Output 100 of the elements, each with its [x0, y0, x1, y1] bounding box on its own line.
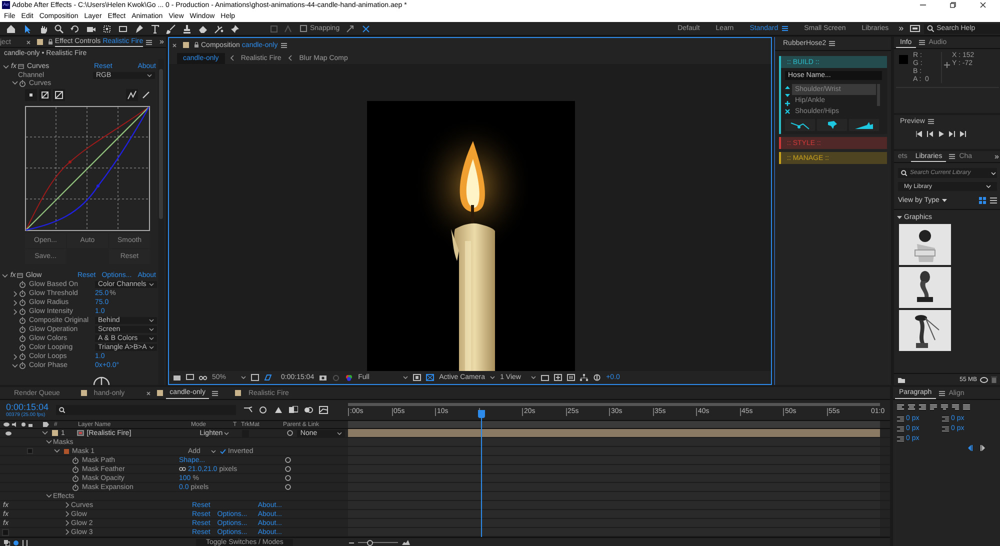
twisty-icon[interactable] — [3, 64, 9, 70]
hand-button[interactable] — [817, 119, 847, 131]
grid-view-icon[interactable] — [979, 196, 986, 204]
effect-icon[interactable] — [16, 273, 23, 278]
label-swatch[interactable] — [183, 42, 189, 48]
resolution-icon[interactable] — [251, 374, 259, 381]
twisty-icon[interactable] — [12, 362, 18, 368]
menu-icon[interactable] — [829, 41, 836, 46]
transfer-controls-icon[interactable] — [13, 540, 19, 546]
sync-icon[interactable] — [910, 25, 920, 32]
menu-icon[interactable] — [280, 42, 287, 48]
inverted-checkbox[interactable] — [220, 448, 228, 454]
curve-tool-button[interactable] — [25, 89, 37, 101]
twisty-icon[interactable] — [12, 80, 18, 86]
foot-button[interactable] — [849, 119, 879, 131]
last-frame-icon[interactable] — [960, 131, 966, 137]
timeline-icon[interactable] — [567, 374, 576, 381]
curves-graph[interactable] — [25, 106, 150, 231]
audio-icon[interactable] — [12, 422, 19, 427]
pan-behind-icon[interactable] — [102, 24, 112, 34]
first-frame-icon[interactable] — [916, 131, 922, 137]
align-icon[interactable] — [963, 404, 970, 410]
align-icon[interactable] — [897, 404, 904, 410]
stopwatch-icon[interactable] — [19, 335, 26, 342]
twisty-icon[interactable] — [12, 290, 18, 296]
pencil-tool-button[interactable] — [140, 89, 152, 101]
zoom-out-icon[interactable] — [349, 540, 354, 544]
folder-icon[interactable] — [898, 376, 905, 382]
list-view-icon[interactable] — [990, 196, 997, 204]
stopwatch-icon[interactable] — [19, 290, 26, 297]
twisty-icon[interactable] — [12, 300, 18, 306]
selection-arrow-icon[interactable] — [22, 24, 32, 34]
lock-icon[interactable] — [48, 39, 53, 45]
menu-icon[interactable] — [146, 40, 152, 44]
graph-editor-icon[interactable] — [319, 406, 328, 414]
curve-tool-button[interactable] — [53, 89, 65, 101]
overflow-button[interactable]: » — [160, 38, 164, 46]
stopwatch-icon[interactable] — [19, 362, 26, 369]
delete-icon[interactable] — [785, 109, 790, 114]
stopwatch-icon[interactable] — [19, 317, 26, 324]
snap-option-icon[interactable] — [346, 24, 354, 32]
label-swatch[interactable] — [52, 430, 58, 436]
monitor-icon[interactable] — [186, 374, 194, 381]
twisty-icon[interactable] — [12, 354, 18, 360]
stopwatch-icon[interactable] — [19, 308, 26, 315]
stopwatch-icon[interactable] — [19, 353, 26, 360]
region-icon[interactable] — [413, 374, 422, 381]
link-icon[interactable] — [179, 467, 186, 471]
exposure-icon[interactable] — [593, 374, 602, 381]
trash-icon[interactable] — [991, 376, 997, 383]
menu-icon[interactable] — [918, 40, 925, 45]
stopwatch-icon[interactable] — [19, 281, 26, 288]
motion-blur-icon[interactable] — [304, 406, 313, 414]
close-icon[interactable] — [146, 390, 151, 396]
workspace-menu-icon[interactable] — [782, 26, 788, 31]
overflow-button[interactable]: » — [994, 152, 999, 160]
close-icon[interactable] — [172, 42, 177, 48]
hand-icon[interactable] — [38, 24, 48, 34]
pin-icon[interactable] — [230, 24, 240, 34]
close-icon[interactable] — [26, 40, 31, 44]
menu-icon[interactable] — [212, 390, 218, 396]
solo-icon[interactable] — [21, 422, 26, 427]
stopwatch-icon[interactable] — [72, 456, 79, 464]
label-swatch[interactable] — [80, 390, 87, 396]
lock-icon[interactable] — [28, 422, 33, 427]
twisty-icon[interactable] — [46, 493, 52, 499]
toggle-pixel-icon[interactable] — [541, 374, 550, 381]
down-icon[interactable] — [785, 93, 790, 98]
fast-preview-icon[interactable] — [554, 374, 562, 381]
glasses-icon[interactable] — [199, 374, 207, 381]
rotate-icon[interactable] — [70, 24, 80, 34]
layer-switches-icon[interactable] — [4, 540, 10, 546]
label-swatch[interactable] — [156, 390, 163, 396]
overflow-button[interactable]: » — [898, 24, 904, 33]
flowchart-icon[interactable] — [580, 374, 588, 381]
menu-icon[interactable] — [938, 390, 945, 396]
twisty-icon[interactable] — [64, 520, 70, 526]
twisty-icon[interactable] — [64, 511, 70, 517]
label-icon[interactable] — [43, 422, 49, 427]
hose-button[interactable] — [785, 119, 815, 131]
frame-blending-icon[interactable] — [289, 406, 298, 414]
zoom-icon[interactable] — [54, 24, 64, 34]
twisty-icon[interactable] — [42, 430, 48, 436]
curve-tool-button[interactable] — [39, 89, 51, 101]
twisty-icon[interactable] — [64, 502, 70, 508]
scrollbar[interactable] — [158, 59, 164, 385]
stamp-icon[interactable] — [182, 24, 192, 34]
snap-option-icon[interactable] — [362, 24, 370, 32]
label-swatch[interactable] — [36, 39, 43, 45]
align-icon[interactable] — [941, 404, 948, 410]
maximize-icon[interactable] — [950, 2, 956, 8]
twisty-icon[interactable] — [64, 529, 70, 535]
snapping-checkbox[interactable] — [300, 25, 307, 32]
menu-icon[interactable] — [949, 154, 956, 159]
twisty-icon[interactable] — [54, 448, 60, 454]
color-channels-icon[interactable] — [345, 374, 354, 381]
effect-icon[interactable] — [18, 64, 24, 69]
mask-icon[interactable] — [264, 374, 272, 381]
search-field[interactable] — [56, 405, 236, 415]
stopwatch-icon[interactable] — [19, 326, 26, 333]
